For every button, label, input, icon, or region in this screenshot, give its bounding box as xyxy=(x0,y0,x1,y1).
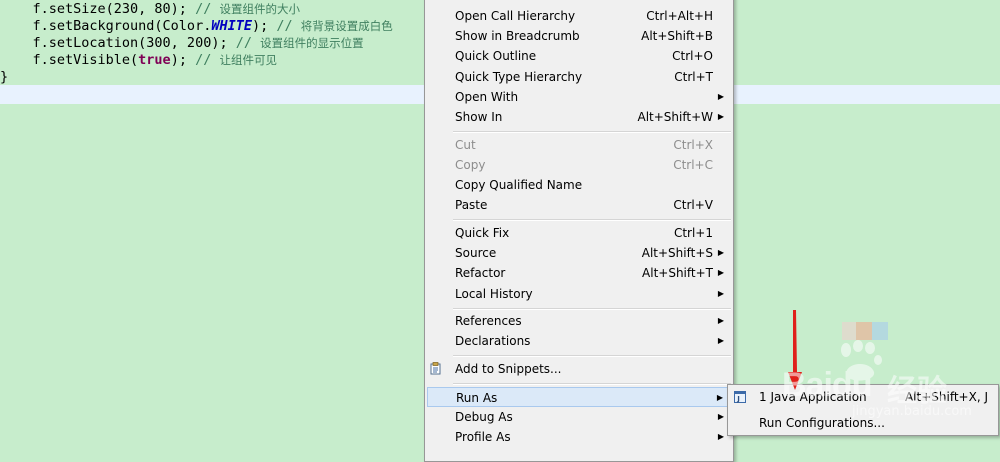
menu-item-open-call-hierarchy[interactable]: Open Call Hierarchy Ctrl+Alt+H xyxy=(425,6,733,26)
menu-item-shortcut: Alt+Shift+B xyxy=(641,29,713,43)
menu-item-label: Add to Snippets... xyxy=(455,362,562,376)
menu-item-label: Debug As xyxy=(455,410,513,424)
menu-item-shortcut: Ctrl+Alt+H xyxy=(646,9,713,23)
code-text: f.setSize(230, 80); xyxy=(0,1,187,17)
menu-separator xyxy=(453,355,731,357)
menu-item-shortcut: Ctrl+T xyxy=(674,70,713,84)
comment-marker: // xyxy=(186,1,220,17)
watermark-url: jingyan.baidu.com xyxy=(852,404,972,419)
submenu-arrow-icon: ▶ xyxy=(717,248,724,257)
menu-item-quick-fix[interactable]: Quick Fix Ctrl+1 xyxy=(425,223,733,243)
menu-item-shortcut: Ctrl+X xyxy=(673,138,713,152)
code-line[interactable]: } xyxy=(0,68,8,87)
menu-item-shortcut: Ctrl+C xyxy=(673,158,713,172)
menu-item-shortcut: Ctrl+1 xyxy=(673,226,713,240)
comment-text: 设置组件的大小 xyxy=(219,2,300,16)
menu-item-copy-qualified-name[interactable]: Copy Qualified Name xyxy=(425,175,733,195)
submenu-arrow-icon: ▶ xyxy=(717,92,724,101)
menu-item-label: Paste xyxy=(455,198,488,212)
menu-item-label: Quick Type Hierarchy xyxy=(455,70,583,84)
menu-item-copy[interactable]: Copy Ctrl+C xyxy=(425,155,733,175)
menu-item-cut[interactable]: Cut Ctrl+X xyxy=(425,135,733,155)
submenu-arrow-icon: ▶ xyxy=(717,268,724,277)
comment-marker: // xyxy=(268,18,301,34)
menu-item-label: Copy Qualified Name xyxy=(455,178,583,192)
keyword-text: true xyxy=(138,52,171,68)
menu-item-label: Cut xyxy=(455,138,476,152)
comment-marker: // xyxy=(186,52,220,68)
menu-item-add-to-snippets[interactable]: Add to Snippets... xyxy=(425,359,733,379)
submenu-arrow-icon: ▶ xyxy=(717,432,724,441)
menu-item-show-in[interactable]: Show In Alt+Shift+W ▶ xyxy=(425,107,733,127)
menu-item-label: Show in Breadcrumb xyxy=(455,29,580,43)
menu-item-label: Show In xyxy=(455,110,503,124)
menu-item-references[interactable]: References ▶ xyxy=(425,311,733,331)
menu-item-local-history[interactable]: Local History ▶ xyxy=(425,284,733,304)
menu-item-show-in-breadcrumb[interactable]: Show in Breadcrumb Alt+Shift+B xyxy=(425,26,733,46)
code-line[interactable]: f.setVisible(true); // 让组件可见 xyxy=(0,51,277,70)
submenu-arrow-icon: ▶ xyxy=(717,412,724,421)
comment-marker: // xyxy=(227,35,261,51)
menu-separator xyxy=(453,219,731,221)
menu-item-paste[interactable]: Paste Ctrl+V xyxy=(425,195,733,215)
java-application-icon: J xyxy=(734,391,746,403)
menu-separator xyxy=(453,308,731,310)
menu-item-label: Profile As xyxy=(455,430,511,444)
code-text: ); xyxy=(251,18,269,34)
menu-item-label: References xyxy=(455,314,522,328)
menu-item-shortcut: Alt+Shift+S xyxy=(641,246,713,260)
submenu-arrow-icon: ▶ xyxy=(717,336,724,345)
menu-item-label: Open Call Hierarchy xyxy=(455,9,576,23)
menu-separator xyxy=(453,383,731,385)
submenu-arrow-icon: ▶ xyxy=(716,393,723,402)
menu-item-label: Local History xyxy=(455,287,533,301)
menu-item-label: Refactor xyxy=(455,266,506,280)
menu-item-shortcut: Alt+Shift+W xyxy=(637,110,714,124)
menu-item-run-as[interactable]: Run As ▶ xyxy=(427,387,731,407)
comment-text: 将背景设置成白色 xyxy=(300,19,393,33)
menu-item-shortcut: Ctrl+O xyxy=(672,49,713,63)
menu-item-debug-as[interactable]: Debug As ▶ xyxy=(425,407,733,427)
code-text: f.setBackground(Color. xyxy=(0,18,212,34)
menu-item-shortcut: Alt+Shift+T xyxy=(642,266,713,280)
menu-item-label: Quick Fix xyxy=(455,226,510,240)
menu-item-declarations[interactable]: Declarations ▶ xyxy=(425,331,733,351)
menu-item-label: Source xyxy=(455,246,497,260)
submenu-arrow-icon: ▶ xyxy=(717,316,724,325)
menu-item-open-with[interactable]: Open With ▶ xyxy=(425,87,733,107)
menu-item-label: Run As xyxy=(456,391,498,405)
watermark-color-blocks-icon xyxy=(842,322,888,340)
menu-item-label: Copy xyxy=(455,158,486,172)
code-text: } xyxy=(0,69,9,85)
submenu-arrow-icon: ▶ xyxy=(717,112,724,121)
comment-text: 设置组件的显示位置 xyxy=(260,36,364,50)
menu-item-label: Open With xyxy=(455,90,519,104)
menu-item-quick-outline[interactable]: Quick Outline Ctrl+O xyxy=(425,46,733,66)
code-text: f.setLocation(300, 200); xyxy=(0,35,228,51)
menu-item-profile-as[interactable]: Profile As ▶ xyxy=(425,427,733,447)
menu-item-label: Quick Outline xyxy=(455,49,537,63)
svg-text:J: J xyxy=(736,395,740,403)
code-text: f.setVisible( xyxy=(0,52,139,68)
menu-separator xyxy=(453,131,731,133)
menu-item-label: Declarations xyxy=(455,334,531,348)
context-menu: Open Call Hierarchy Ctrl+Alt+H Show in Br… xyxy=(424,0,734,462)
constant-text: WHITE xyxy=(211,18,252,34)
menu-item-refactor[interactable]: Refactor Alt+Shift+T ▶ xyxy=(425,263,733,283)
submenu-arrow-icon: ▶ xyxy=(717,289,724,298)
snippets-icon xyxy=(430,362,441,375)
menu-item-source[interactable]: Source Alt+Shift+S ▶ xyxy=(425,243,733,263)
baidu-watermark: Baidu 经验 jingyan.baidu.com xyxy=(772,318,1000,447)
watermark-brand: Baidu xyxy=(782,366,872,404)
code-text: ); xyxy=(170,52,187,68)
comment-text: 让组件可见 xyxy=(219,53,277,67)
menu-item-shortcut: Ctrl+V xyxy=(673,198,713,212)
menu-item-quick-type-hierarchy[interactable]: Quick Type Hierarchy Ctrl+T xyxy=(425,67,733,87)
